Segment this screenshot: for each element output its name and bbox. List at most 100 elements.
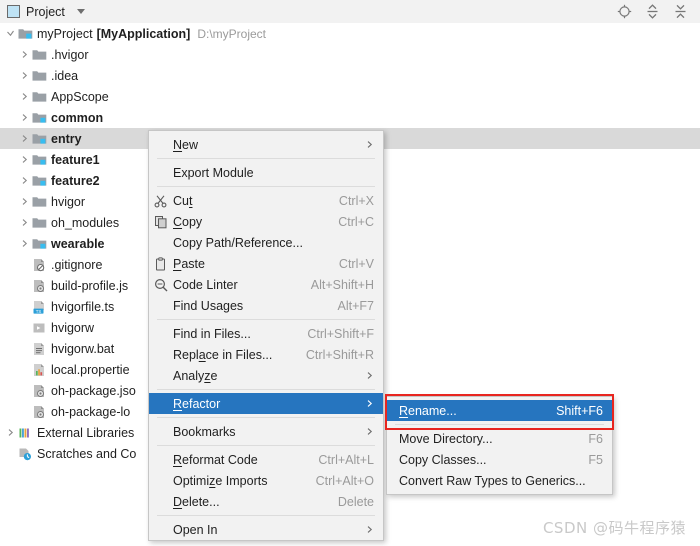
menu-item-cut[interactable]: Cut Ctrl+X: [149, 190, 383, 211]
chevron-right-icon[interactable]: [18, 92, 31, 101]
menu-separator: [157, 319, 375, 320]
submenu-chevron-icon: [365, 525, 374, 534]
menu-item-find-in-files[interactable]: Find in Files... Ctrl+Shift+F: [149, 323, 383, 344]
module-folder-icon: [31, 174, 47, 187]
project-panel-icon: [7, 5, 20, 18]
menu-separator: [157, 186, 375, 187]
menu-item-shortcut: Delete: [337, 494, 374, 509]
tree-item-label: build-profile.js: [51, 278, 129, 293]
tree-item-label: hvigor: [51, 194, 86, 209]
menu-item-label: Bookmarks: [173, 424, 236, 439]
menu-item-find-usages[interactable]: Find Usages Alt+F7: [149, 295, 383, 316]
module-folder-icon: [31, 111, 47, 124]
menu-item-label: Paste: [173, 256, 205, 271]
collapse-all-icon[interactable]: [673, 4, 688, 19]
chevron-right-icon[interactable]: [18, 218, 31, 227]
chevron-right-icon[interactable]: [18, 50, 31, 59]
json-file-icon: [31, 405, 47, 419]
tree-item-label: common: [51, 110, 104, 125]
menu-item-open-in[interactable]: Open In: [149, 519, 383, 540]
tree-item-label: local.propertie: [51, 362, 130, 377]
menu-item-convert-raw-types-to-generics[interactable]: Convert Raw Types to Generics...: [387, 470, 612, 491]
menu-separator: [157, 389, 375, 390]
menu-separator: [395, 424, 604, 425]
chevron-right-icon[interactable]: [18, 134, 31, 143]
menu-item-shortcut: Alt+Shift+H: [310, 277, 374, 292]
menu-item-rename[interactable]: Rename... Shift+F6: [387, 400, 612, 421]
menu-item-refactor[interactable]: Refactor: [149, 393, 383, 414]
select-opened-file-icon[interactable]: [617, 4, 632, 19]
menu-item-label: Code Linter: [173, 277, 238, 292]
submenu-chevron-icon: [365, 140, 374, 149]
watermark: CSDN @码牛程序猿: [542, 519, 686, 537]
chevron-right-icon[interactable]: [18, 155, 31, 164]
expand-all-icon[interactable]: [645, 4, 660, 19]
root-project-path: D:\myProject: [197, 26, 267, 41]
chevron-expanded-icon[interactable]: [4, 29, 17, 38]
chevron-right-icon[interactable]: [18, 113, 31, 122]
tree-row-root[interactable]: myProject [MyApplication] D:\myProject: [0, 23, 700, 44]
chevron-right-icon[interactable]: [18, 176, 31, 185]
menu-item-shortcut: Ctrl+X: [338, 193, 374, 208]
chevron-right-icon[interactable]: [4, 428, 17, 437]
tree-item-label: .gitignore: [51, 257, 103, 272]
tree-row-appscope[interactable]: AppScope: [0, 86, 700, 107]
menu-item-label: Replace in Files...: [173, 347, 273, 362]
menu-item-label: Cut: [173, 193, 193, 208]
menu-item-delete[interactable]: Delete... Delete: [149, 491, 383, 512]
menu-item-new[interactable]: New: [149, 134, 383, 155]
tree-item-label: hvigorw.bat: [51, 341, 115, 356]
menu-item-shortcut: Ctrl+Alt+L: [318, 452, 374, 467]
menu-item-move-directory[interactable]: Move Directory... F6: [387, 428, 612, 449]
menu-item-bookmarks[interactable]: Bookmarks: [149, 421, 383, 442]
chevron-right-icon[interactable]: [18, 239, 31, 248]
folder-icon: [31, 216, 47, 229]
menu-item-shortcut: F5: [588, 452, 603, 467]
menu-item-label: Copy Classes...: [399, 452, 487, 467]
menu-item-copy-classes[interactable]: Copy Classes... F5: [387, 449, 612, 470]
menu-item-label: Reformat Code: [173, 452, 258, 467]
menu-item-optimize-imports[interactable]: Optimize Imports Ctrl+Alt+O: [149, 470, 383, 491]
tree-item-label: entry: [51, 131, 82, 146]
module-folder-icon: [31, 153, 47, 166]
submenu-chevron-icon: [365, 427, 374, 436]
menu-item-copy-path-reference[interactable]: Copy Path/Reference...: [149, 232, 383, 253]
tree-item-label: hvigorfile.ts: [51, 299, 115, 314]
root-module-name: [MyApplication]: [96, 26, 191, 41]
context-menu-items: New Export Module Cut Ctrl+X Copy Ctrl+C Copy …: [149, 134, 383, 540]
tree-row-hvigor[interactable]: .hvigor: [0, 44, 700, 65]
tree-item-label: feature2: [51, 173, 100, 188]
chevron-right-icon[interactable]: [18, 71, 31, 80]
menu-item-copy[interactable]: Copy Ctrl+C: [149, 211, 383, 232]
menu-item-reformat-code[interactable]: Reformat Code Ctrl+Alt+L: [149, 449, 383, 470]
json-file-icon: [31, 279, 47, 293]
context-menu[interactable]: New Export Module Cut Ctrl+X Copy Ctrl+C Copy …: [148, 130, 384, 541]
menu-item-analyze[interactable]: Analyze: [149, 365, 383, 386]
tree-item-label: oh-package.jso: [51, 383, 136, 398]
menu-item-label: Rename...: [399, 403, 457, 418]
menu-item-label: Delete...: [173, 494, 220, 509]
menu-item-export-module[interactable]: Export Module: [149, 162, 383, 183]
linter-icon: [149, 278, 173, 292]
libraries-icon: [17, 426, 33, 440]
menu-item-label: Export Module: [173, 165, 254, 180]
menu-item-shortcut: Alt+F7: [337, 298, 374, 313]
menu-item-shortcut: Ctrl+C: [338, 214, 374, 229]
tree-row-common[interactable]: common: [0, 107, 700, 128]
menu-separator: [157, 417, 375, 418]
project-toolbar: Project: [0, 0, 700, 24]
refactor-submenu[interactable]: Rename... Shift+F6 Move Directory... F6 Copy…: [386, 396, 613, 495]
folder-icon: [31, 90, 47, 103]
chevron-right-icon[interactable]: [18, 197, 31, 206]
json-file-icon: [31, 384, 47, 398]
gitignore-file-icon: [31, 258, 47, 272]
tree-item-label: hvigorw: [51, 320, 95, 335]
menu-item-label: Copy: [173, 214, 203, 229]
chevron-down-icon[interactable]: [76, 9, 85, 14]
copy-icon: [149, 215, 173, 229]
menu-item-paste[interactable]: Paste Ctrl+V: [149, 253, 383, 274]
menu-item-code-linter[interactable]: Code Linter Alt+Shift+H: [149, 274, 383, 295]
root-project-name: myProject: [37, 26, 93, 41]
tree-row-idea[interactable]: .idea: [0, 65, 700, 86]
menu-item-replace-in-files[interactable]: Replace in Files... Ctrl+Shift+R: [149, 344, 383, 365]
